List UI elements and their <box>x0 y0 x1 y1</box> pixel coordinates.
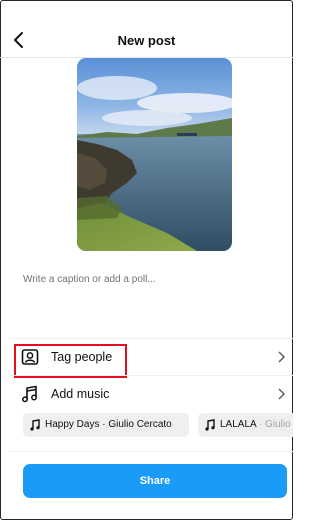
music-note-icon <box>22 385 37 403</box>
add-music-label: Add music <box>51 387 110 401</box>
header: New post <box>0 0 293 58</box>
add-music-row[interactable]: Add music <box>9 376 293 412</box>
music-chip[interactable]: Happy Days · Giulio Cercato <box>23 413 189 437</box>
music-chip-label: LALALA · Giulio <box>220 419 291 430</box>
music-chip-label: Happy Days · Giulio Cercato <box>45 419 172 430</box>
page-title: New post <box>117 33 176 48</box>
share-button[interactable]: Share <box>23 464 287 498</box>
music-suggestions: Happy Days · Giulio Cercato LALALA · Giu… <box>23 413 293 437</box>
music-note-icon <box>205 419 215 431</box>
chevron-right-icon <box>278 388 285 400</box>
music-note-icon <box>30 419 40 431</box>
highlight-box <box>14 344 127 378</box>
post-photo[interactable] <box>77 58 232 251</box>
divider <box>9 451 293 452</box>
caption-input[interactable]: Write a caption or add a poll... <box>23 274 156 285</box>
music-chip[interactable]: LALALA · Giulio <box>198 413 293 437</box>
chevron-right-icon <box>278 351 285 363</box>
